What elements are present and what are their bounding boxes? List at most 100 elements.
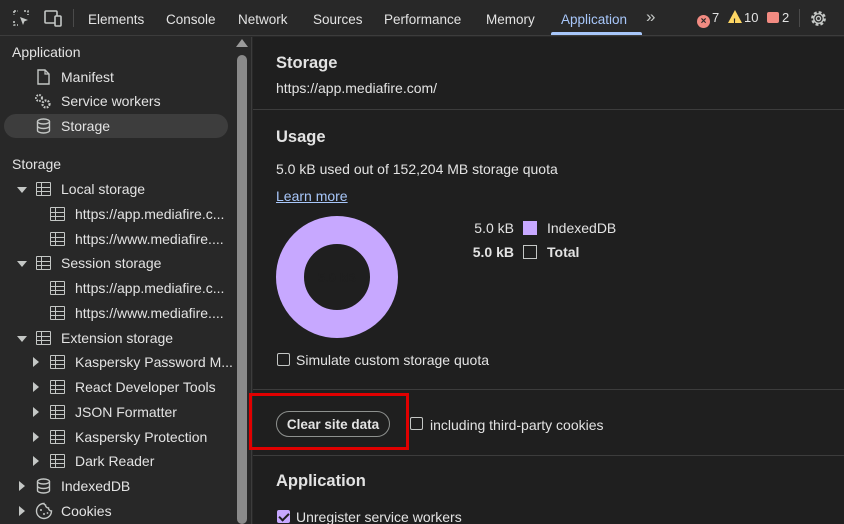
sidebar-item-session-storage-origin[interactable]: https://www.mediafire.... — [0, 301, 228, 325]
donut-center-label: 5.0 kB — [318, 270, 356, 285]
chevron-right-icon[interactable] — [19, 506, 25, 516]
tab-performance[interactable]: Performance — [384, 0, 461, 36]
sidebar-item-label: Dark Reader — [75, 453, 155, 469]
sidebar-item-label: Local storage — [61, 181, 146, 197]
chevron-right-icon[interactable] — [33, 456, 39, 466]
chevron-right-icon[interactable] — [33, 357, 39, 367]
sidebar-item-indexeddb[interactable]: IndexedDB — [0, 474, 228, 498]
errors-count: 7 — [712, 10, 720, 25]
chevron-down-icon[interactable] — [17, 336, 27, 342]
table-icon — [50, 281, 65, 295]
toolbar-separator — [73, 9, 74, 27]
section-divider — [253, 389, 844, 390]
warnings-badge[interactable]: ! 10 — [728, 9, 758, 27]
more-tabs-icon[interactable]: » — [646, 7, 656, 27]
sidebar-item-label: https://www.mediafire.... — [75, 231, 224, 247]
sidebar-scroll-thumb[interactable] — [237, 55, 247, 524]
unregister-service-workers-checkbox[interactable] — [277, 510, 290, 523]
devtools-toolbar: Elements Console Network Sources Perform… — [0, 0, 844, 36]
sidebar-item-label: Service workers — [61, 93, 161, 109]
simulate-quota-label[interactable]: Simulate custom storage quota — [296, 352, 489, 368]
section-divider — [253, 109, 844, 110]
tab-memory[interactable]: Memory — [486, 0, 535, 36]
sidebar-item-label: React Developer Tools — [75, 379, 216, 395]
usage-text: 5.0 kB used out of 152,204 MB storage qu… — [276, 161, 558, 177]
sidebar: Application Manifest Service workers Sto… — [0, 37, 236, 524]
tab-sources[interactable]: Sources — [313, 0, 363, 36]
sidebar-item-extension[interactable]: JSON Formatter — [0, 400, 228, 424]
third-party-cookies-label[interactable]: including third-party cookies — [430, 417, 604, 433]
scroll-up-icon[interactable] — [236, 39, 248, 47]
learn-more-link[interactable]: Learn more — [276, 188, 348, 204]
legend-value: 5.0 kB — [472, 244, 514, 260]
sidebar-item-local-storage[interactable]: Local storage — [0, 177, 228, 201]
tab-console[interactable]: Console — [166, 0, 216, 36]
chevron-down-icon[interactable] — [17, 187, 27, 193]
table-icon — [50, 306, 65, 320]
sidebar-item-storage[interactable]: Storage — [0, 114, 228, 138]
issues-badge[interactable]: 2 — [767, 9, 789, 27]
document-icon — [37, 69, 50, 85]
database-icon — [36, 118, 51, 134]
sidebar-item-extension[interactable]: Kaspersky Password M... — [0, 350, 233, 374]
section-divider — [253, 455, 844, 456]
simulate-quota-checkbox[interactable] — [277, 353, 290, 366]
table-icon — [36, 182, 51, 196]
sidebar-item-session-storage[interactable]: Session storage — [0, 251, 228, 275]
sidebar-item-label: IndexedDB — [61, 478, 131, 494]
legend-row-total: 5.0 kB Total — [453, 242, 653, 262]
chevron-right-icon[interactable] — [33, 432, 39, 442]
database-icon — [36, 478, 51, 494]
sidebar-item-label: https://app.mediafire.c... — [75, 280, 225, 296]
sidebar-item-label: Kaspersky Password M... — [75, 354, 233, 370]
origin-url: https://app.mediafire.com/ — [276, 80, 438, 96]
tab-elements[interactable]: Elements — [88, 0, 144, 36]
legend-swatch — [523, 221, 537, 235]
legend-label: IndexedDB — [547, 220, 617, 236]
sidebar-item-extension[interactable]: Kaspersky Protection — [0, 425, 228, 449]
sidebar-item-label: https://app.mediafire.c... — [75, 206, 225, 222]
table-icon — [50, 454, 65, 468]
chevron-down-icon[interactable] — [17, 261, 27, 267]
third-party-cookies-checkbox[interactable] — [410, 417, 423, 430]
chevron-right-icon[interactable] — [19, 481, 25, 491]
legend-swatch — [523, 245, 537, 259]
storage-usage-donut: 5.0 kB — [276, 216, 398, 338]
chevron-right-icon[interactable] — [33, 382, 39, 392]
sidebar-item-service-workers[interactable]: Service workers — [0, 89, 228, 113]
gears-icon — [35, 94, 51, 109]
toolbar-separator — [799, 9, 800, 27]
device-toolbar-icon[interactable] — [43, 8, 63, 28]
storage-panel: Storage https://app.mediafire.com/ Usage… — [253, 37, 844, 524]
sidebar-item-cookies[interactable]: Cookies — [0, 499, 228, 523]
application-heading: Application — [276, 472, 366, 490]
unregister-service-workers-label[interactable]: Unregister service workers — [296, 509, 462, 524]
sidebar-item-session-storage-origin[interactable]: https://app.mediafire.c... — [0, 276, 228, 300]
sidebar-item-local-storage-origin[interactable]: https://app.mediafire.c... — [0, 202, 228, 226]
sidebar-item-label: https://www.mediafire.... — [75, 305, 224, 321]
sidebar-item-extension[interactable]: React Developer Tools — [0, 375, 228, 399]
table-icon — [36, 256, 51, 270]
sidebar-item-label: JSON Formatter — [75, 404, 177, 420]
table-icon — [50, 207, 65, 221]
chevron-right-icon[interactable] — [33, 407, 39, 417]
sidebar-item-local-storage-origin[interactable]: https://www.mediafire.... — [0, 227, 228, 251]
table-icon — [50, 355, 65, 369]
errors-badge[interactable]: × 7 — [697, 9, 720, 28]
sidebar-item-extension[interactable]: Dark Reader — [0, 449, 228, 473]
table-icon — [50, 405, 65, 419]
inspect-element-icon[interactable] — [11, 8, 31, 28]
sidebar-item-extension-storage[interactable]: Extension storage — [0, 326, 228, 350]
tab-network[interactable]: Network — [238, 0, 288, 36]
active-tab-indicator — [551, 32, 642, 35]
table-icon — [50, 430, 65, 444]
sidebar-item-manifest[interactable]: Manifest — [0, 65, 228, 89]
cookie-icon — [35, 502, 53, 520]
storage-section-header: Storage — [12, 156, 62, 172]
error-icon: × — [697, 15, 710, 28]
sidebar-item-label: Kaspersky Protection — [75, 429, 208, 445]
sidebar-item-label: Extension storage — [61, 330, 174, 346]
tab-application[interactable]: Application — [561, 0, 627, 36]
gear-icon[interactable] — [809, 9, 828, 28]
legend-row-indexeddb: 5.0 kB IndexedDB — [453, 218, 653, 238]
